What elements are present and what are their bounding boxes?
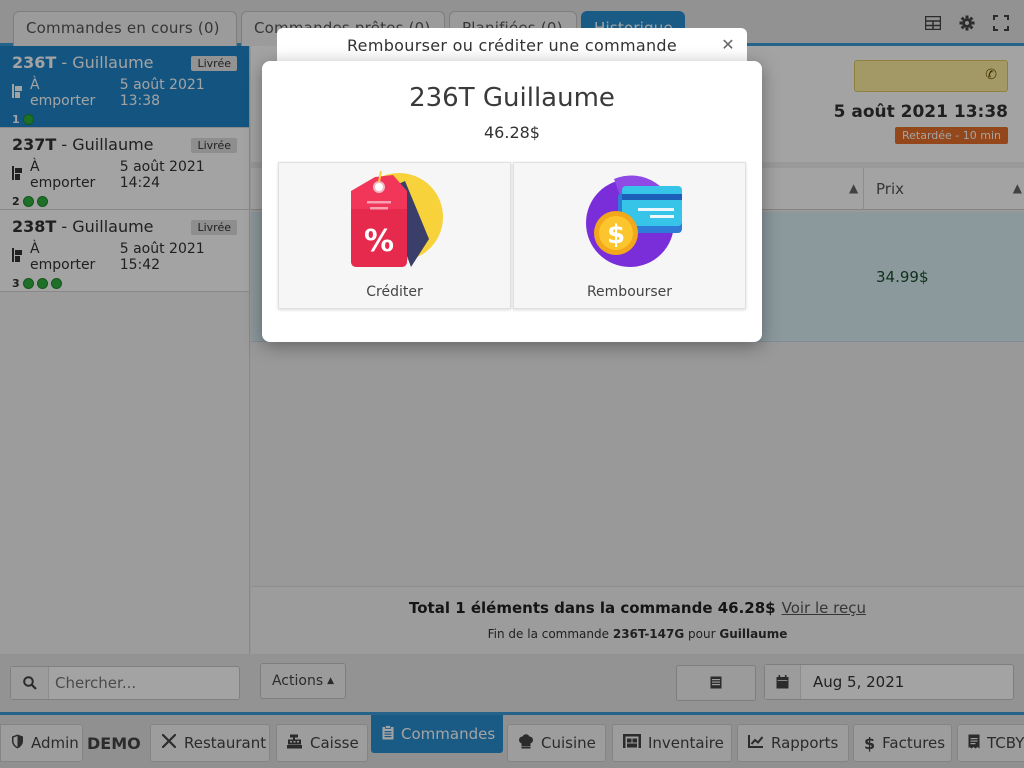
refund-label: Rembourser	[586, 284, 673, 300]
svg-text:$: $	[607, 220, 625, 250]
discount-tag-icon: %	[351, 170, 443, 267]
credit-label: Créditer	[366, 284, 423, 300]
modal-order-amount: 46.28$	[484, 123, 540, 142]
svg-text:%: %	[364, 224, 394, 259]
refund-card-icon: $	[586, 175, 682, 267]
modal-title: Rembourser ou créditer une commande	[346, 36, 677, 55]
close-icon[interactable]: ✕	[719, 35, 737, 54]
refund-credit-modal: 236T Guillaume 46.28$ % Créditer $ Rembo…	[262, 61, 762, 342]
modal-order-name: 236T Guillaume	[409, 83, 615, 113]
credit-option-button[interactable]: % Créditer	[278, 162, 511, 309]
refund-option-button[interactable]: $ Rembourser	[513, 162, 746, 309]
modal-title-bar: Rembourser ou créditer une commande ✕	[277, 28, 747, 62]
